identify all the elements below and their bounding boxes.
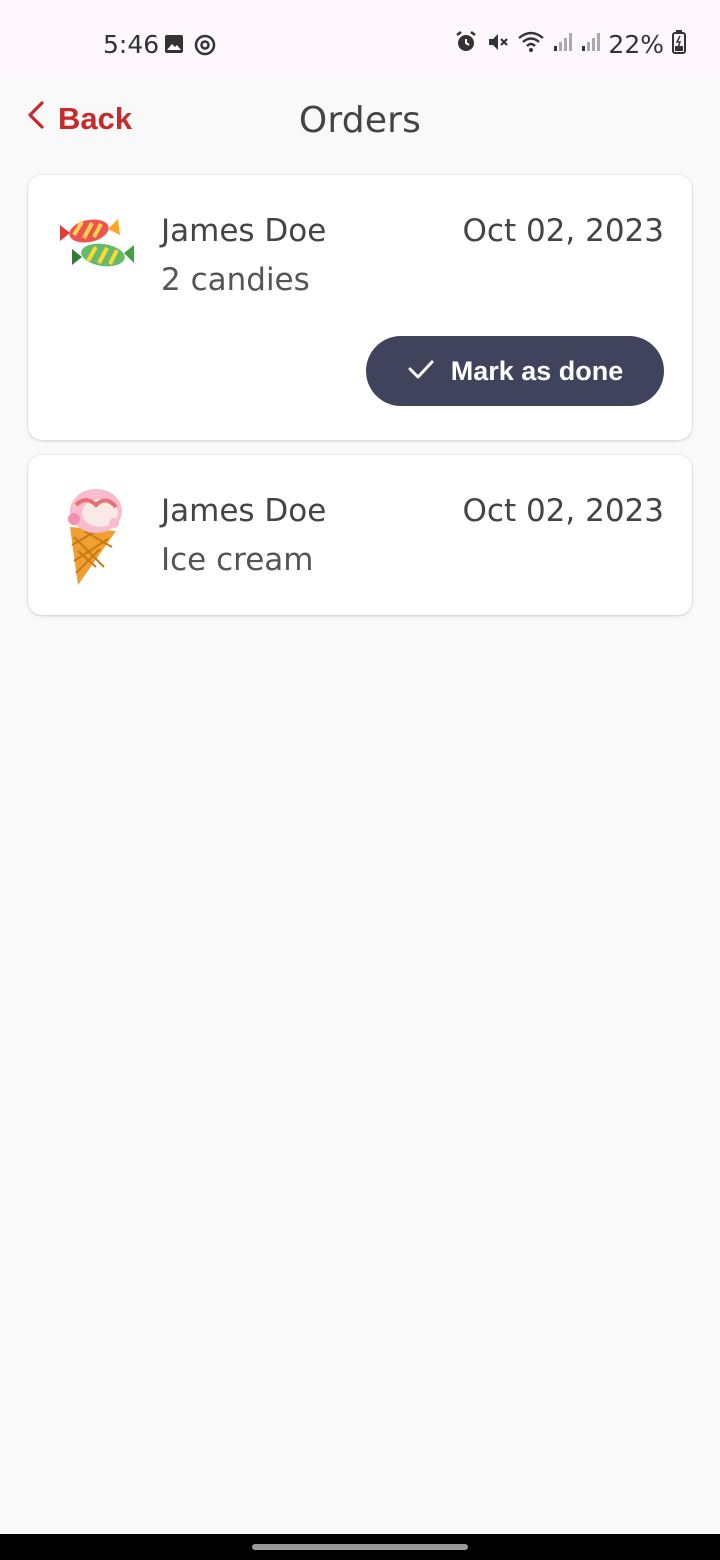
sync-icon	[194, 34, 216, 61]
status-time: 5:46	[103, 30, 160, 59]
mark-as-done-label: Mark as done	[450, 355, 624, 386]
signal-icon	[552, 32, 573, 57]
system-nav-bar	[0, 1534, 720, 1560]
order-card[interactable]: James Doe Ice cream Oct 02, 2023	[28, 455, 692, 615]
mute-icon	[486, 30, 510, 59]
image-icon	[164, 34, 184, 61]
order-date: Oct 02, 2023	[462, 493, 665, 529]
order-item: Ice cream	[161, 542, 314, 578]
customer-name: James Doe	[161, 213, 327, 249]
home-handle[interactable]	[252, 1544, 468, 1550]
battery-percent: 22%	[608, 30, 664, 59]
customer-name: James Doe	[161, 493, 327, 529]
order-card[interactable]: James Doe 2 candies Oct 02, 2023 Mark as…	[28, 175, 692, 440]
wifi-icon	[518, 31, 545, 58]
status-left-icons	[164, 34, 216, 61]
candies-icon	[56, 205, 136, 305]
mark-as-done-button[interactable]: Mark as done	[366, 336, 664, 406]
status-bar: 5:46 22%	[0, 0, 720, 78]
ice-cream-icon	[56, 485, 136, 585]
app-header: Back Orders	[0, 78, 720, 164]
page-title: Orders	[298, 100, 422, 141]
checkmark-icon	[407, 356, 435, 387]
order-item: 2 candies	[161, 262, 310, 298]
signal-icon	[580, 32, 601, 57]
status-right-icons: 22%	[454, 30, 686, 59]
order-date: Oct 02, 2023	[462, 213, 665, 249]
battery-icon	[672, 30, 686, 59]
alarm-icon	[454, 30, 478, 59]
